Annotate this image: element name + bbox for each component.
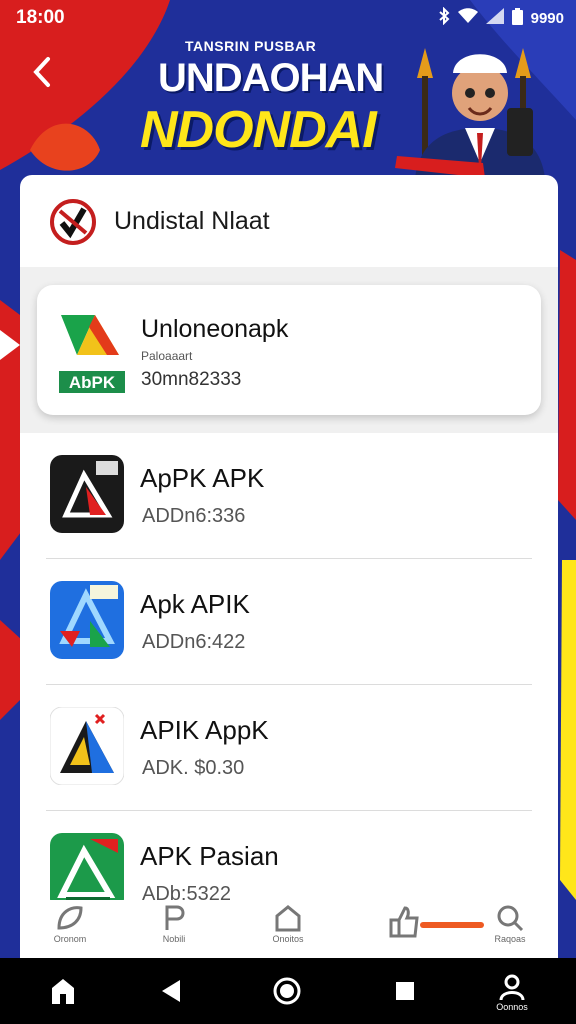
tab-label: Oronom [53,934,87,944]
featured-app-name: Unloneonapk [141,315,289,343]
leaf-icon [57,906,83,930]
system-nav-bar: Oonnos [0,958,576,1024]
brand-logo-icon [50,199,96,245]
p-icon [165,905,185,930]
main-card: Undistal Nlaat AbPK Unloneonapk Paloaaar… [20,175,558,955]
chevron-left-icon [33,57,50,87]
tab-nobili[interactable]: Nobili [144,904,204,954]
bluetooth-icon [438,6,450,29]
search-icon [497,905,524,932]
back-button[interactable] [28,55,58,89]
profile-label: Oonnos [496,1002,528,1012]
featured-app-card[interactable]: AbPK Unloneonapk Paloaaart 30mn82333 [37,285,541,415]
app-size: ADDn6:336 [142,505,246,527]
status-time: 18:00 [16,7,65,28]
banner-title-line1: UNDAOHAN [158,56,384,100]
tab-label: Raqoas [494,934,526,944]
bottom-tab-bar: Oronom Nobili Onoitos Raqoas [20,900,558,958]
app-name: ApPK APK [140,463,265,493]
header-title: Undistal Nlaat [114,207,270,235]
apk-icon-dark [50,455,124,533]
back-triangle-icon[interactable] [158,976,188,1006]
apk-icon-blue [50,581,124,659]
battery-text: 9990 [530,9,564,27]
tab-label: Onoitos [272,934,304,944]
house-icon [275,905,301,932]
list-item[interactable]: APIK AppK ADK. $0.30 [20,685,558,811]
featured-app-size: 30mn82333 [141,369,242,390]
featured-icon-text: AbPK [69,373,116,392]
tab-like[interactable] [374,904,434,954]
battery-icon [511,7,523,29]
tab-label: Nobili [162,934,186,944]
signal-icon [485,8,504,28]
app-size: ADK. $0.30 [142,757,245,779]
tab-onoitos[interactable]: Onoitos [258,904,318,954]
app-size: ADDn6:422 [142,631,246,653]
featured-app-icon: AbPK [59,315,125,393]
app-name: Apk APIK [140,589,250,619]
app-name: APK Pasian [140,841,279,871]
tab-raqoas[interactable]: Raqoas [480,904,540,954]
status-icons: 9990 [438,6,564,29]
tab-oronom[interactable]: Oronom [40,904,100,954]
card-body: AbPK Unloneonapk Paloaaart 30mn82333 ApP… [20,267,558,955]
profile-icon[interactable] [497,972,527,1002]
mascot-illustration [395,48,545,178]
active-tab-indicator [420,922,484,928]
featured-app-subtitle: Paloaaart [141,349,193,363]
recents-square-icon[interactable] [390,976,420,1006]
app-list: ApPK APK ADDn6:336 Apk APIK ADDn6:422 AP… [20,433,558,955]
app-name: APIK AppK [140,715,269,745]
thumbs-up-icon [389,906,419,938]
apk-icon-triangle [50,707,124,785]
list-item[interactable]: Apk APIK ADDn6:422 [20,559,558,685]
list-item[interactable]: ApPK APK ADDn6:336 [20,433,558,559]
wifi-icon [457,8,478,28]
banner-subtitle: TANSRIN PUSBAR [185,38,317,54]
banner-title-line2: NDONDAI [140,101,377,159]
home-icon[interactable] [48,976,78,1006]
home-circle-icon[interactable] [272,976,302,1006]
card-header: Undistal Nlaat [20,175,558,268]
